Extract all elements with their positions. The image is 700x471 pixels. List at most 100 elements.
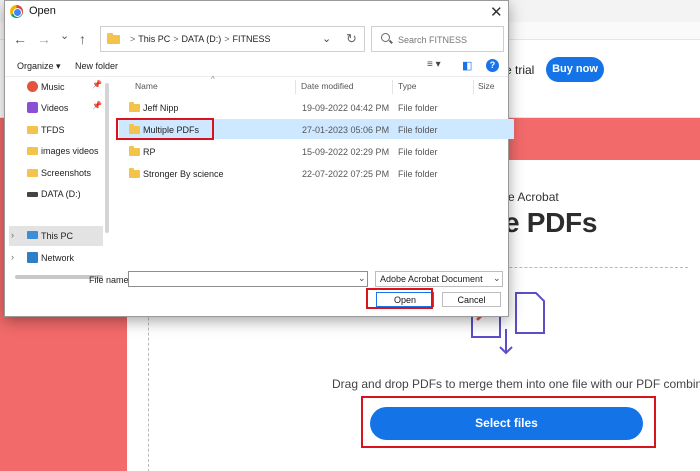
- column-header-type[interactable]: Type: [398, 81, 416, 91]
- buy-now-button[interactable]: Buy now: [546, 57, 604, 82]
- recent-locations-chevron-icon[interactable]: ⌄: [60, 29, 69, 42]
- column-divider[interactable]: [473, 80, 474, 94]
- forward-arrow-icon[interactable]: →: [37, 31, 51, 47]
- sidebar-item-network[interactable]: › Network: [9, 248, 103, 268]
- sidebar-item-videos[interactable]: Videos 📌: [15, 98, 107, 118]
- folder-icon: [27, 126, 38, 134]
- free-trial-link[interactable]: e trial: [505, 63, 534, 77]
- computer-icon: [27, 231, 38, 239]
- sidebar-item-this-pc[interactable]: › This PC: [9, 226, 103, 246]
- file-name: RP: [143, 147, 156, 157]
- file-date: 22-07-2022 07:25 PM: [302, 169, 390, 179]
- breadcrumb-fitness[interactable]: FITNESS: [232, 34, 270, 44]
- sidebar-item-label: images videos: [41, 146, 99, 156]
- file-date: 19-09-2022 04:42 PM: [302, 103, 390, 113]
- file-type-value: Adobe Acrobat Document: [380, 274, 483, 284]
- chrome-icon: [10, 5, 23, 18]
- column-header-date[interactable]: Date modified: [301, 81, 353, 91]
- breadcrumb-data-drive[interactable]: DATA (D:): [182, 34, 222, 44]
- product-eyebrow: e Acrobat: [508, 190, 559, 204]
- file-date: 27-01-2023 05:06 PM: [302, 125, 390, 135]
- breadcrumb-separator: >: [173, 34, 179, 44]
- table-row[interactable]: Stronger By science 22-07-2022 07:25 PM …: [121, 163, 514, 183]
- sidebar-item-label: DATA (D:): [41, 189, 81, 199]
- organize-menu[interactable]: Organize ▾: [17, 61, 61, 72]
- sidebar-item-tfds[interactable]: TFDS: [15, 120, 107, 140]
- sidebar-item-images-videos[interactable]: images videos: [15, 141, 107, 161]
- navigation-pane: Music 📌 Videos 📌 TFDS images videos Scre…: [5, 77, 109, 273]
- pin-icon: 📌: [92, 101, 102, 110]
- file-type: File folder: [398, 147, 438, 157]
- search-icon: [381, 33, 390, 42]
- file-name: Jeff Nipp: [143, 103, 179, 113]
- column-header-name[interactable]: Name: [135, 81, 158, 91]
- dialog-title: Open: [29, 5, 56, 17]
- expand-chevron-icon[interactable]: ›: [11, 230, 14, 240]
- folder-icon: [129, 168, 140, 178]
- view-options-icon[interactable]: ≡ ▾: [427, 59, 441, 70]
- page-title: e PDFs: [504, 207, 598, 238]
- dialog-titlebar: Open ✕: [5, 1, 508, 23]
- videos-icon: [27, 102, 38, 113]
- file-list: ^ Name Date modified Type Size Jeff Nipp…: [113, 75, 514, 273]
- back-arrow-icon[interactable]: ←: [13, 31, 27, 47]
- column-divider[interactable]: [392, 80, 393, 94]
- file-type: File folder: [398, 103, 438, 113]
- sidebar-item-data-drive[interactable]: DATA (D:): [15, 184, 107, 204]
- sidebar-item-label: Videos: [41, 103, 69, 113]
- sidebar-item-label: Network: [41, 253, 75, 263]
- open-button-highlight: [366, 288, 433, 309]
- file-type: File folder: [398, 169, 438, 179]
- sidebar-item-label: This PC: [41, 231, 74, 241]
- file-name-field[interactable]: [128, 271, 368, 287]
- chevron-down-icon: ⌄: [493, 273, 501, 283]
- navigation-bar: ← → ⌄ ↑ > This PC > DATA (D:) > FITNESS ⌄ ↻ S…: [5, 23, 508, 55]
- file-name-dropdown-icon[interactable]: ⌄: [358, 273, 366, 284]
- close-icon[interactable]: ✕: [490, 3, 503, 21]
- search-box[interactable]: Search FITNESS: [371, 26, 504, 52]
- network-icon: [27, 252, 38, 263]
- cancel-button[interactable]: Cancel: [442, 292, 501, 307]
- folder-icon: [107, 33, 120, 44]
- file-type-select[interactable]: Adobe Acrobat Document ⌄: [375, 271, 503, 287]
- command-bar: Organize ▾ New folder ≡ ▾ ◧ ?: [5, 55, 508, 77]
- address-dropdown-icon[interactable]: ⌄: [322, 32, 331, 45]
- drive-icon: [27, 192, 38, 197]
- breadcrumb: > This PC > DATA (D:) > FITNESS: [127, 34, 271, 44]
- sidebar-item-music[interactable]: Music 📌: [15, 77, 107, 97]
- column-header-size[interactable]: Size: [478, 81, 495, 91]
- refresh-icon[interactable]: ↻: [346, 31, 357, 47]
- new-folder-button[interactable]: New folder: [75, 61, 118, 71]
- expand-chevron-icon[interactable]: ›: [11, 252, 14, 262]
- column-divider[interactable]: [295, 80, 296, 94]
- file-name-label: File name:: [89, 275, 132, 285]
- table-row[interactable]: RP 15-09-2022 02:29 PM File folder: [121, 141, 514, 161]
- multiple-pdfs-highlight: [116, 118, 214, 140]
- breadcrumb-this-pc[interactable]: This PC: [138, 34, 170, 44]
- folder-icon: [27, 147, 38, 155]
- open-file-dialog: Open ✕ ← → ⌄ ↑ > This PC > DATA (D:) > FITNES…: [4, 0, 514, 317]
- sidebar-item-label: TFDS: [41, 125, 65, 135]
- search-input[interactable]: Search FITNESS: [398, 35, 467, 45]
- sort-ascending-icon: ^: [211, 75, 215, 84]
- up-arrow-icon[interactable]: ↑: [79, 31, 86, 47]
- select-files-button[interactable]: Select files: [370, 407, 643, 440]
- address-bar[interactable]: > This PC > DATA (D:) > FITNESS ⌄ ↻: [100, 26, 365, 52]
- folder-icon: [27, 169, 38, 177]
- pin-icon: 📌: [92, 80, 102, 89]
- help-icon[interactable]: ?: [486, 59, 499, 72]
- folder-icon: [129, 146, 140, 156]
- preview-pane-icon[interactable]: ◧: [462, 59, 472, 72]
- table-row[interactable]: Jeff Nipp 19-09-2022 04:42 PM File folde…: [121, 97, 514, 117]
- file-name: Stronger By science: [143, 169, 224, 179]
- breadcrumb-separator: >: [130, 34, 136, 44]
- file-date: 15-09-2022 02:29 PM: [302, 147, 390, 157]
- breadcrumb-separator: >: [224, 34, 230, 44]
- folder-icon: [129, 102, 140, 112]
- sidebar-scrollbar[interactable]: [105, 83, 109, 233]
- sidebar-item-screenshots[interactable]: Screenshots: [15, 163, 107, 183]
- sidebar-item-label: Music: [41, 82, 65, 92]
- file-type: File folder: [398, 125, 438, 135]
- drop-instruction-text: Drag and drop PDFs to merge them into on…: [332, 377, 700, 391]
- music-icon: [27, 81, 38, 92]
